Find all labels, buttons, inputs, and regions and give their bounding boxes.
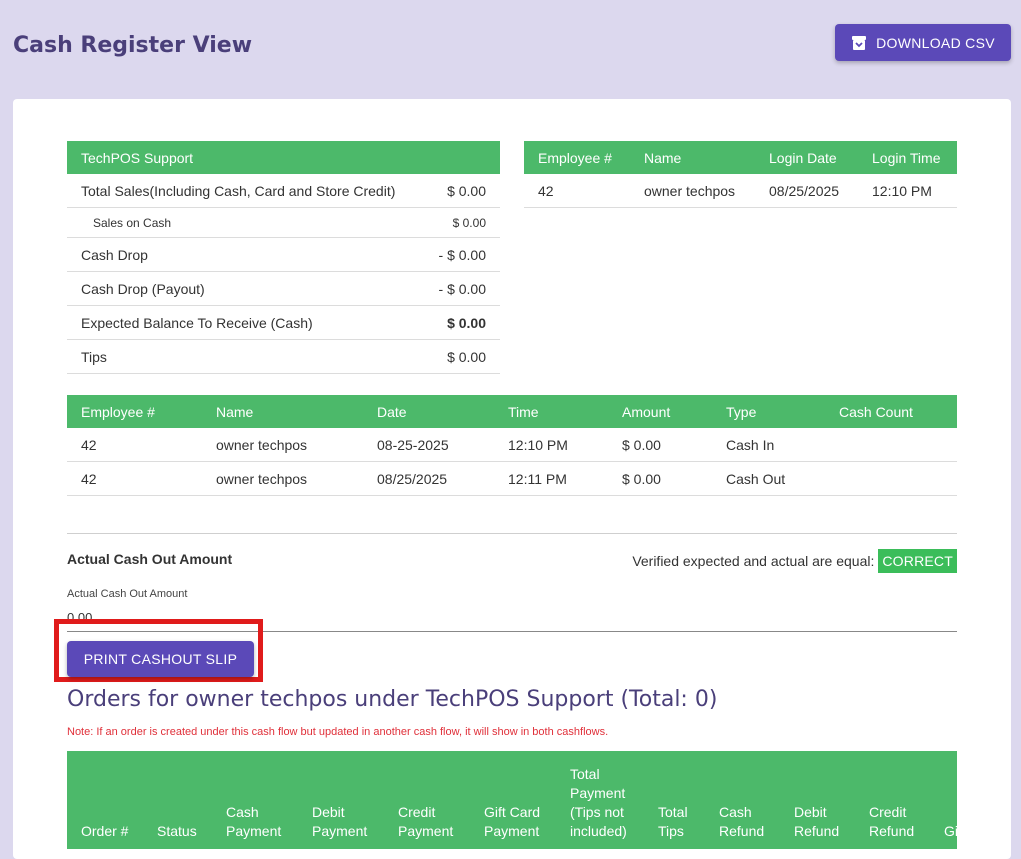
column-header: Amount: [608, 395, 712, 428]
table-cell: 42: [524, 174, 630, 208]
column-header: Type: [712, 395, 825, 428]
summary-label: Tips: [67, 339, 420, 374]
table-cell: 12:11 PM: [494, 461, 608, 496]
column-header: Cash Count: [825, 395, 957, 428]
table-cell: 08/25/2025: [755, 174, 858, 208]
download-csv-button[interactable]: DOWNLOAD CSV: [835, 24, 1011, 61]
table-row: 42 owner techpos 08/25/2025 12:11 PM $ 0…: [67, 461, 957, 496]
table-row: 42 owner techpos 08-25-2025 12:10 PM $ 0…: [67, 428, 957, 462]
column-header: Status: [143, 751, 212, 849]
column-header: Login Time: [858, 141, 957, 174]
column-header: Credit Refund: [855, 751, 930, 849]
download-csv-label: DOWNLOAD CSV: [876, 34, 995, 51]
status-badge: CORRECT: [878, 549, 957, 573]
column-header: Date: [363, 395, 494, 428]
summary-label: Total Sales(Including Cash, Card and Sto…: [67, 174, 420, 208]
print-cashout-slip-button[interactable]: PRINT CASHOUT SLIP: [67, 641, 254, 677]
table-cell: 42: [67, 428, 202, 462]
table-row: Total Sales(Including Cash, Card and Sto…: [67, 174, 500, 208]
orders-title: Orders for owner techpos under TechPOS S…: [67, 687, 718, 712]
orders-table: Order # Status Cash Payment Debit Paymen…: [67, 751, 957, 849]
table-row: Sales on Cash $ 0.00: [67, 207, 500, 238]
table-cell: [825, 428, 957, 462]
column-header: Gift Card Payment: [470, 751, 556, 849]
table-cell: $ 0.00: [608, 461, 712, 496]
summary-label: Sales on Cash: [67, 207, 420, 238]
table-row: Expected Balance To Receive (Cash) $ 0.00: [67, 305, 500, 340]
summary-label: Cash Drop: [67, 237, 420, 272]
summary-table: TechPOS Support Total Sales(Including Ca…: [67, 141, 500, 374]
column-header: Time: [494, 395, 608, 428]
column-header: Order #: [67, 751, 143, 849]
table-row: 42 owner techpos 08/25/2025 12:10 PM: [524, 174, 957, 208]
column-header: Cash Refund: [705, 751, 780, 849]
table-cell: owner techpos: [630, 174, 755, 208]
column-header: Gift Card Refund: [930, 751, 957, 849]
summary-amount: $ 0.00: [419, 339, 500, 374]
table-cell: owner techpos: [202, 461, 363, 496]
summary-amount: - $ 0.00: [419, 237, 500, 272]
column-header: Name: [630, 141, 755, 174]
column-header: Employee #: [524, 141, 630, 174]
employee-login-table: Employee # Name Login Date Login Time 42…: [524, 141, 957, 208]
column-header: Name: [202, 395, 363, 428]
summary-amount: $ 0.00: [419, 207, 500, 238]
table-row: Tips $ 0.00: [67, 339, 500, 374]
verified-text: Verified expected and actual are equal:: [632, 553, 875, 569]
content-card: TechPOS Support Total Sales(Including Ca…: [13, 99, 1011, 859]
summary-label: Expected Balance To Receive (Cash): [67, 305, 420, 340]
table-cell: Cash Out: [712, 461, 825, 496]
verification-status: Verified expected and actual are equal: …: [632, 549, 957, 573]
column-header: Credit Payment: [384, 751, 470, 849]
column-header: Debit Payment: [298, 751, 384, 849]
column-header: Total Tips: [644, 751, 705, 849]
section-divider: [67, 533, 957, 534]
summary-label: Cash Drop (Payout): [67, 271, 420, 306]
column-header: Debit Refund: [780, 751, 855, 849]
table-cell: 08/25/2025: [363, 461, 494, 496]
orders-note: Note: If an order is created under this …: [67, 726, 609, 738]
table-cell: $ 0.00: [608, 428, 712, 462]
archive-icon: [851, 35, 867, 51]
table-cell: 42: [67, 461, 202, 496]
summary-amount: $ 0.00: [419, 174, 500, 208]
table-cell: Cash In: [712, 428, 825, 462]
actual-cash-title: Actual Cash Out Amount: [67, 551, 233, 567]
column-header: Cash Payment: [212, 751, 298, 849]
column-header: Login Date: [755, 141, 858, 174]
column-header: Employee #: [67, 395, 202, 428]
column-header: Total Payment (Tips not included): [556, 751, 644, 849]
orders-table-scroll[interactable]: Order # Status Cash Payment Debit Paymen…: [67, 751, 957, 851]
table-cell: [825, 461, 957, 496]
cash-flow-table: Employee # Name Date Time Amount Type Ca…: [67, 395, 957, 496]
summary-amount: - $ 0.00: [419, 271, 500, 306]
table-cell: 12:10 PM: [494, 428, 608, 462]
table-cell: owner techpos: [202, 428, 363, 462]
summary-amount: $ 0.00: [419, 305, 500, 340]
page-title: Cash Register View: [13, 33, 253, 58]
table-row: Cash Drop - $ 0.00: [67, 237, 500, 272]
actual-cash-field-label: Actual Cash Out Amount: [67, 588, 188, 600]
summary-header: TechPOS Support: [67, 141, 500, 174]
table-cell: 12:10 PM: [858, 174, 957, 208]
table-row: Cash Drop (Payout) - $ 0.00: [67, 271, 500, 306]
table-cell: 08-25-2025: [363, 428, 494, 462]
